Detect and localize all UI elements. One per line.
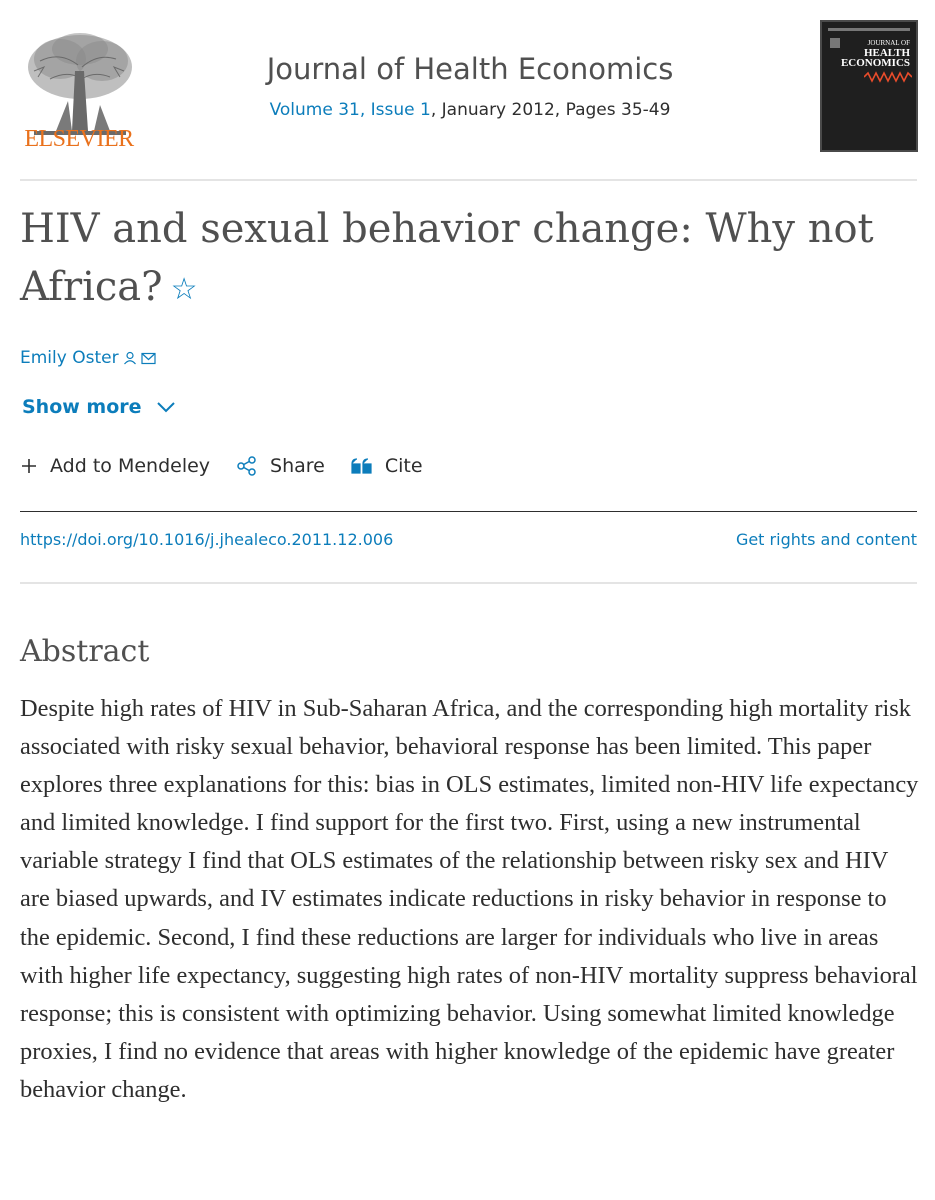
elsevier-wordmark: ELSEVIER <box>24 126 134 152</box>
doi-divider <box>20 582 917 584</box>
get-rights-link[interactable]: Get rights and content <box>736 530 917 549</box>
abstract-heading: Abstract <box>20 634 150 669</box>
volume-issue-link[interactable]: Volume 31, Issue 1 <box>270 100 431 120</box>
doi-link[interactable]: https://doi.org/10.1016/j.jhealeco.2011.… <box>20 530 393 549</box>
cite-label: Cite <box>384 455 423 477</box>
cite-button[interactable]: Cite <box>351 455 423 477</box>
show-more-label: Show more <box>22 396 142 418</box>
share-label: Share <box>270 455 325 477</box>
journal-issue-info: Volume 31, Issue 1, January 2012, Pages … <box>140 100 800 120</box>
actions-divider <box>20 511 917 512</box>
favorite-star-icon[interactable]: ☆ <box>171 272 198 307</box>
person-icon[interactable] <box>123 351 137 365</box>
chevron-down-icon <box>156 402 175 413</box>
add-to-mendeley-button[interactable]: Add to Mendeley <box>20 455 210 477</box>
share-button[interactable]: Share <box>236 455 325 477</box>
email-icon[interactable] <box>140 352 156 365</box>
article-title-text: HIV and sexual behavior change: Why not … <box>20 206 874 310</box>
abstract-text: Despite high rates of HIV in Sub-Saharan… <box>20 695 919 1103</box>
share-icon <box>237 456 256 476</box>
issue-date-pages: , January 2012, Pages 35-49 <box>430 100 671 120</box>
author-line: Emily Oster <box>20 348 156 368</box>
add-to-mendeley-label: Add to Mendeley <box>50 455 211 477</box>
journal-cover-image[interactable]: JOURNAL OF HEALTH ECONOMICS <box>820 20 918 152</box>
cover-line-3: ECONOMICS <box>840 57 910 69</box>
cover-top-bar <box>828 28 910 31</box>
journal-title[interactable]: Journal of Health Economics <box>140 52 800 86</box>
plus-icon <box>22 459 36 473</box>
cover-title: JOURNAL OF HEALTH ECONOMICS <box>840 38 910 69</box>
article-actions: Add to Mendeley Share Cite <box>20 455 449 477</box>
header-divider <box>20 179 917 181</box>
cover-logo-icon <box>830 38 840 48</box>
cover-wave-graphic <box>864 71 912 83</box>
show-more-button[interactable]: Show more <box>22 396 176 418</box>
author-name-link[interactable]: Emily Oster <box>20 348 119 368</box>
article-title: HIV and sexual behavior change: Why not … <box>20 200 900 319</box>
quote-icon <box>351 458 372 474</box>
